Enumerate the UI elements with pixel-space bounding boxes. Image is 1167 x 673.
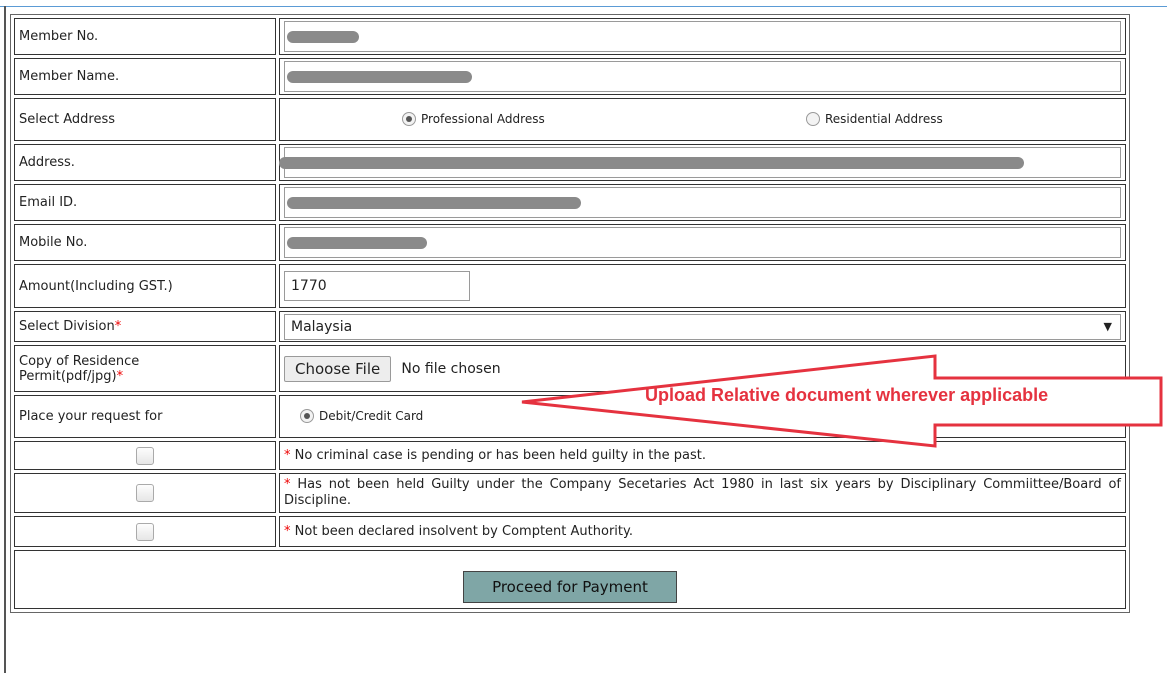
required-mark: *: [284, 523, 291, 539]
required-mark: *: [116, 368, 124, 384]
professional-address-option[interactable]: Professional Address: [402, 112, 545, 126]
residential-address-option[interactable]: Residential Address: [806, 112, 943, 126]
email-cell: [279, 184, 1126, 221]
declaration-1: * No criminal case is pending or has bee…: [279, 441, 1126, 470]
address-input[interactable]: [279, 147, 1121, 178]
declaration-2-checkbox[interactable]: [136, 484, 154, 502]
required-mark: *: [284, 447, 291, 463]
member-name-cell: [279, 58, 1126, 95]
declaration-2: * Has not been held Guilty under the Com…: [279, 473, 1126, 513]
member-name-input[interactable]: [284, 61, 1121, 92]
professional-address-radio[interactable]: [402, 112, 416, 126]
declaration-1-checkbox-cell: [14, 441, 276, 470]
redacted-value: [287, 31, 359, 43]
required-mark: *: [284, 477, 291, 492]
redacted-value: [287, 197, 581, 209]
member-no-input[interactable]: [284, 21, 1121, 52]
mobile-label: Mobile No.: [14, 224, 276, 261]
address-cell: [279, 144, 1126, 181]
division-label-text: Select Division: [19, 319, 115, 334]
card-option[interactable]: Debit/Credit Card: [300, 409, 424, 423]
email-input[interactable]: [284, 187, 1121, 218]
residence-permit-label-line1: Copy of Residence: [19, 353, 140, 369]
declaration-3: * Not been declared insolvent by Compten…: [279, 516, 1126, 547]
address-radio-group: Professional Address Residential Address: [284, 108, 1121, 132]
net-banking-text: Net Banking: [725, 409, 799, 423]
submit-cell: Proceed for Payment: [14, 550, 1126, 609]
card-text: Debit/Credit Card: [319, 409, 424, 423]
select-address-label: Select Address: [14, 98, 276, 141]
member-no-label: Member No.: [14, 18, 276, 55]
amount-label: Amount(Including GST.): [14, 264, 276, 308]
dropdown-arrow-icon: ▼: [1103, 319, 1112, 333]
payment-method-radio-group: Debit/Credit Card Net Banking: [284, 405, 1121, 429]
declaration-3-text: Not been declared insolvent by Comptent …: [294, 523, 633, 539]
top-rule: [0, 6, 1167, 7]
professional-address-text: Professional Address: [421, 112, 545, 126]
file-status-text: No file chosen: [401, 360, 501, 377]
annotation-text: Upload Relative document wherever applic…: [645, 385, 1049, 405]
member-name-label: Member Name.: [14, 58, 276, 95]
declaration-1-checkbox[interactable]: [136, 446, 154, 465]
amount-cell: 1770: [279, 264, 1126, 308]
residential-address-radio[interactable]: [806, 112, 820, 126]
amount-input[interactable]: 1770: [284, 271, 470, 301]
residence-permit-label-line2: Permit(pdf/jpg): [19, 368, 117, 384]
redacted-value: [279, 157, 1024, 169]
division-selected-value: Malaysia: [291, 318, 353, 335]
declaration-1-text: No criminal case is pending or has been …: [294, 447, 706, 463]
declaration-2-checkbox-cell: [14, 473, 276, 513]
residential-address-text: Residential Address: [825, 112, 943, 126]
division-select[interactable]: Malaysia ▼: [284, 313, 1121, 340]
declaration-3-checkbox-cell: [14, 516, 276, 547]
net-banking-radio[interactable]: [706, 409, 720, 423]
division-cell: Malaysia ▼: [279, 311, 1126, 342]
request-for-label: Place your request for: [14, 395, 276, 438]
address-label: Address.: [14, 144, 276, 181]
mobile-cell: [279, 224, 1126, 261]
declaration-2-text: Has not been held Guilty under the Compa…: [284, 477, 1121, 508]
residence-permit-label: Copy of Residence Permit(pdf/jpg)*: [14, 345, 276, 392]
division-label: Select Division*: [14, 311, 276, 342]
net-banking-option[interactable]: Net Banking: [706, 409, 799, 423]
declaration-3-checkbox[interactable]: [136, 522, 154, 541]
proceed-for-payment-button[interactable]: Proceed for Payment: [463, 570, 677, 603]
member-no-cell: [279, 18, 1126, 55]
redacted-value: [287, 237, 427, 249]
card-radio[interactable]: [300, 409, 314, 423]
email-label: Email ID.: [14, 184, 276, 221]
redacted-value: [287, 71, 472, 83]
choose-file-button[interactable]: Choose File: [284, 355, 392, 382]
mobile-input[interactable]: [284, 227, 1121, 258]
membership-form: Member No. Member Name. Select Address P…: [10, 14, 1130, 613]
left-rule: [4, 6, 6, 673]
select-address-cell: Professional Address Residential Address: [279, 98, 1126, 141]
required-mark: *: [114, 319, 122, 334]
